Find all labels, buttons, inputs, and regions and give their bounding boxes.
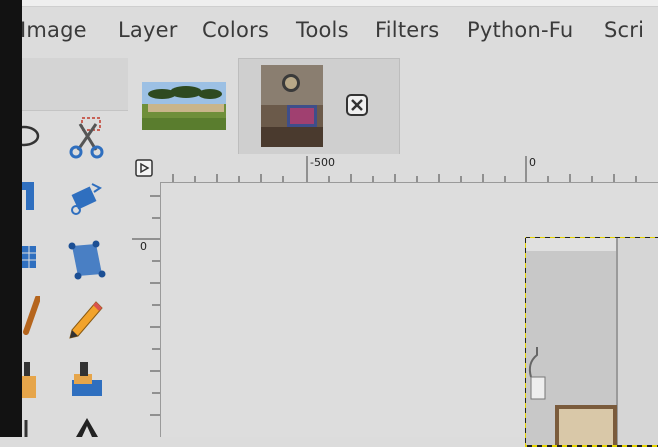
brush-icon[interactable] <box>22 295 41 336</box>
menu-filters[interactable]: Filters <box>375 18 439 42</box>
ruler-label-0: 0 <box>529 156 536 169</box>
menu-tools[interactable]: Tools <box>296 18 349 42</box>
align-icon[interactable] <box>22 176 40 216</box>
window-edge <box>0 0 22 437</box>
menu-python-fu[interactable]: Python-Fu <box>467 18 573 42</box>
menu-image[interactable]: Image <box>20 18 87 42</box>
grid-icon[interactable] <box>22 238 40 278</box>
room-thumbnail <box>261 65 323 147</box>
clone-icon[interactable] <box>22 358 40 398</box>
quick-mask-toggle[interactable] <box>128 154 161 183</box>
perspective-icon[interactable] <box>66 240 106 280</box>
edit-icon[interactable] <box>22 418 40 437</box>
transform-icon[interactable] <box>66 180 106 220</box>
ruler-label-v-0: 0 <box>140 240 147 253</box>
text-icon[interactable] <box>72 416 112 437</box>
image-tabs <box>128 58 658 155</box>
vertical-ruler[interactable]: 0 <box>128 182 161 437</box>
menu-script-fu[interactable]: Scri <box>604 18 644 42</box>
menu-layer[interactable]: Layer <box>118 18 178 42</box>
tab-room-image[interactable] <box>238 58 400 155</box>
tab-pompeii-image[interactable] <box>128 58 238 154</box>
close-tab-icon[interactable] <box>345 93 369 117</box>
ruler-label-minus-500: -500 <box>310 156 335 169</box>
menu-bar: Image Layer Colors Tools Filters Python-… <box>0 0 658 58</box>
toolbox <box>8 58 128 437</box>
canvas-area: -500 0 0 <box>128 154 658 447</box>
menu-colors[interactable]: Colors <box>202 18 269 42</box>
image-canvas[interactable] <box>161 183 658 447</box>
title-strip <box>0 0 658 7</box>
room-image-layer[interactable] <box>525 237 658 447</box>
toolbox-header <box>22 58 128 111</box>
pencil-icon[interactable] <box>66 298 106 339</box>
free-select-icon[interactable] <box>8 116 40 156</box>
scissors-select-icon[interactable] <box>66 116 106 159</box>
heal-icon[interactable] <box>66 360 106 400</box>
pompeii-thumbnail <box>142 82 226 130</box>
horizontal-ruler[interactable]: -500 0 <box>160 154 658 183</box>
